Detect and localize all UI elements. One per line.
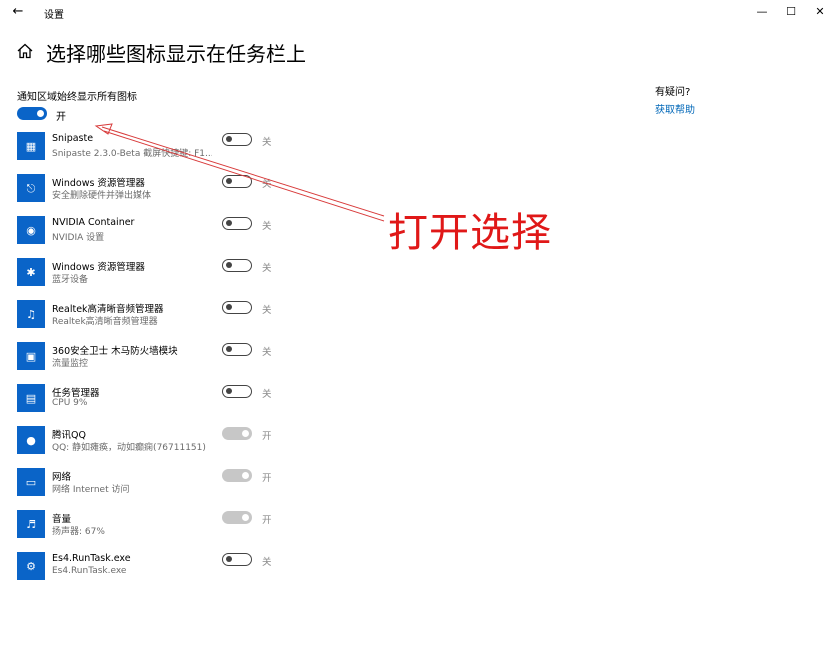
annotation-text: 打开选择 [388,210,552,256]
annotation-arrow [94,123,385,222]
